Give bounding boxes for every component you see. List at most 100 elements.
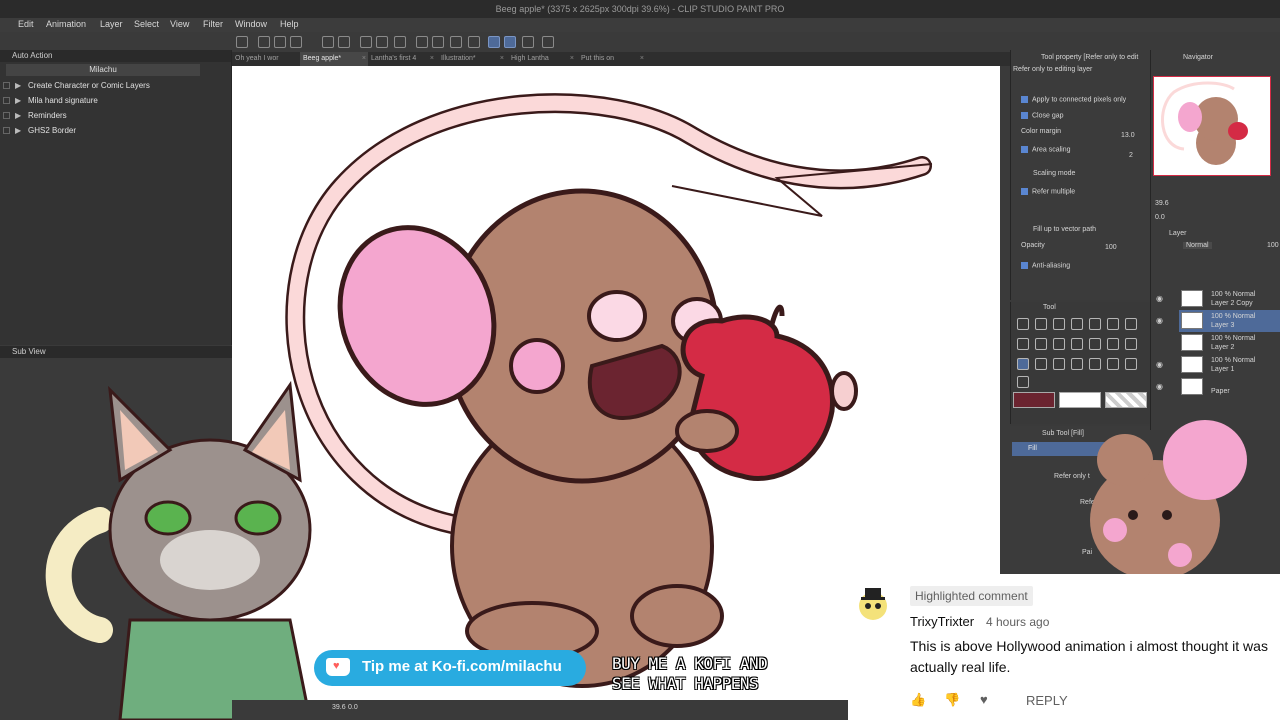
menu-window[interactable]: Window	[235, 19, 267, 29]
open-icon[interactable]	[258, 36, 270, 48]
navigator-preview[interactable]	[1153, 76, 1271, 176]
angle-value[interactable]: 0.0	[1155, 214, 1165, 221]
checkbox-icon[interactable]	[1021, 188, 1028, 195]
layer-row-paper[interactable]: Paper	[1179, 376, 1280, 398]
auto-action-set-select[interactable]: Milachu	[6, 64, 200, 76]
new-canvas-icon[interactable]	[236, 36, 248, 48]
grid-icon[interactable]	[542, 36, 554, 48]
auto-action-item[interactable]: ▶ Mila hand signature	[0, 93, 231, 108]
correct-line-icon[interactable]	[1017, 376, 1029, 388]
zoom-value[interactable]: 39.6	[1155, 200, 1169, 207]
auto-action-item[interactable]: ▶ Reminders	[0, 108, 231, 123]
ruler-icon[interactable]	[1089, 358, 1101, 370]
thumbs-down-icon[interactable]: 👎	[944, 692, 960, 708]
hand-icon[interactable]	[1053, 318, 1065, 330]
opacity-value[interactable]: 100	[1105, 244, 1117, 251]
tab-document[interactable]: Lantha's first 4 ×	[368, 52, 436, 66]
layer-opacity-value[interactable]: 100	[1267, 242, 1279, 249]
selection-icon[interactable]	[416, 36, 428, 48]
gradient-icon[interactable]	[1035, 358, 1047, 370]
eye-icon[interactable]: ◉	[1156, 294, 1163, 303]
pencil-icon[interactable]	[1035, 338, 1047, 350]
close-icon[interactable]: ×	[640, 52, 644, 66]
menu-filter[interactable]: Filter	[203, 19, 223, 29]
snap-ruler-icon[interactable]	[488, 36, 500, 48]
frame-icon[interactable]	[1071, 358, 1083, 370]
auto-action-item[interactable]: ▶ GHS2 Border	[0, 123, 231, 138]
zoom-icon[interactable]	[1017, 318, 1029, 330]
heart-icon[interactable]: ♥	[980, 692, 988, 707]
crop-icon[interactable]	[468, 36, 480, 48]
invert-selection-icon[interactable]	[450, 36, 462, 48]
text-icon[interactable]	[1107, 358, 1119, 370]
airbrush-icon[interactable]	[1071, 338, 1083, 350]
sub-color-swatch[interactable]	[1059, 392, 1101, 408]
close-gap-option[interactable]: Close gap	[1021, 112, 1064, 119]
brush-icon[interactable]	[1053, 338, 1065, 350]
checkbox-icon[interactable]	[1021, 146, 1028, 153]
figure-icon[interactable]	[1053, 358, 1065, 370]
menu-view[interactable]: View	[170, 19, 189, 29]
close-icon[interactable]: ×	[500, 52, 504, 66]
close-icon[interactable]: ×	[362, 52, 366, 66]
move-icon[interactable]	[1071, 318, 1083, 330]
transform-icon[interactable]	[394, 36, 406, 48]
tab-document[interactable]: Oh yeah I wor	[232, 52, 300, 66]
layer-row[interactable]: 100 % Normal Layer 1	[1179, 354, 1280, 376]
refer-multiple-option[interactable]: Refer multiple	[1021, 188, 1075, 195]
apply-connected-option[interactable]: Apply to connected pixels only	[1021, 96, 1126, 103]
fill-tool-icon[interactable]	[1017, 358, 1029, 370]
menu-select[interactable]: Select	[134, 19, 159, 29]
area-scaling-option[interactable]: Area scaling	[1021, 146, 1071, 153]
undo-icon[interactable]	[322, 36, 334, 48]
thumbs-up-icon[interactable]: 👍	[910, 692, 926, 708]
blend-mode-select[interactable]: Normal	[1183, 242, 1212, 249]
snap-special-ruler-icon[interactable]	[504, 36, 516, 48]
tab-document[interactable]: Put this on ×	[578, 52, 646, 66]
checkbox-icon[interactable]	[3, 97, 10, 104]
layer-row[interactable]: 100 % Normal Layer 2 Copy	[1179, 288, 1280, 310]
checkbox-icon[interactable]	[1021, 262, 1028, 269]
tab-document-active[interactable]: Beeg apple* ×	[300, 52, 368, 66]
checkbox-icon[interactable]	[3, 112, 10, 119]
close-icon[interactable]: ×	[570, 52, 574, 66]
kofi-tip-button[interactable]: ♥ Tip me at Ko-fi.com/milachu	[314, 650, 586, 686]
area-scaling-value[interactable]: 2	[1129, 152, 1133, 159]
balloon-icon[interactable]	[1125, 358, 1137, 370]
eyedropper-icon[interactable]	[1125, 318, 1137, 330]
print-icon[interactable]	[290, 36, 302, 48]
eye-icon[interactable]: ◉	[1156, 382, 1163, 391]
wand-icon[interactable]	[1107, 318, 1119, 330]
save-icon[interactable]	[274, 36, 286, 48]
blend-icon[interactable]	[1125, 338, 1137, 350]
avatar[interactable]	[854, 584, 892, 622]
decoration-icon[interactable]	[1089, 338, 1101, 350]
reply-button[interactable]: REPLY	[1026, 693, 1068, 708]
auto-action-item[interactable]: ▶ Create Character or Comic Layers	[0, 78, 231, 93]
menu-animation[interactable]: Animation	[46, 19, 86, 29]
pen-icon[interactable]	[1017, 338, 1029, 350]
checkbox-icon[interactable]	[3, 82, 10, 89]
anti-aliasing-option[interactable]: Anti-aliasing	[1021, 262, 1070, 269]
comment-author[interactable]: TrixyTrixter	[910, 614, 974, 629]
main-color-swatch[interactable]	[1013, 392, 1055, 408]
redo-icon[interactable]	[338, 36, 350, 48]
clear-icon[interactable]	[360, 36, 372, 48]
rotate-icon[interactable]	[1035, 318, 1047, 330]
checkbox-icon[interactable]	[1021, 112, 1028, 119]
comment-timestamp[interactable]: 4 hours ago	[986, 615, 1049, 629]
layer-row-selected[interactable]: 100 % Normal Layer 3	[1179, 310, 1280, 332]
menu-edit[interactable]: Edit	[18, 19, 34, 29]
checkbox-icon[interactable]	[1021, 96, 1028, 103]
menu-layer[interactable]: Layer	[100, 19, 123, 29]
menu-help[interactable]: Help	[280, 19, 299, 29]
snap-grid-icon[interactable]	[522, 36, 534, 48]
tab-document[interactable]: High Lantha ×	[508, 52, 576, 66]
eraser-icon[interactable]	[1107, 338, 1119, 350]
eye-icon[interactable]: ◉	[1156, 316, 1163, 325]
checkbox-icon[interactable]	[3, 127, 10, 134]
fill-icon[interactable]	[376, 36, 388, 48]
color-margin-value[interactable]: 13.0	[1121, 132, 1135, 139]
eye-icon[interactable]: ◉	[1156, 360, 1163, 369]
transparent-color-swatch[interactable]	[1105, 392, 1147, 408]
